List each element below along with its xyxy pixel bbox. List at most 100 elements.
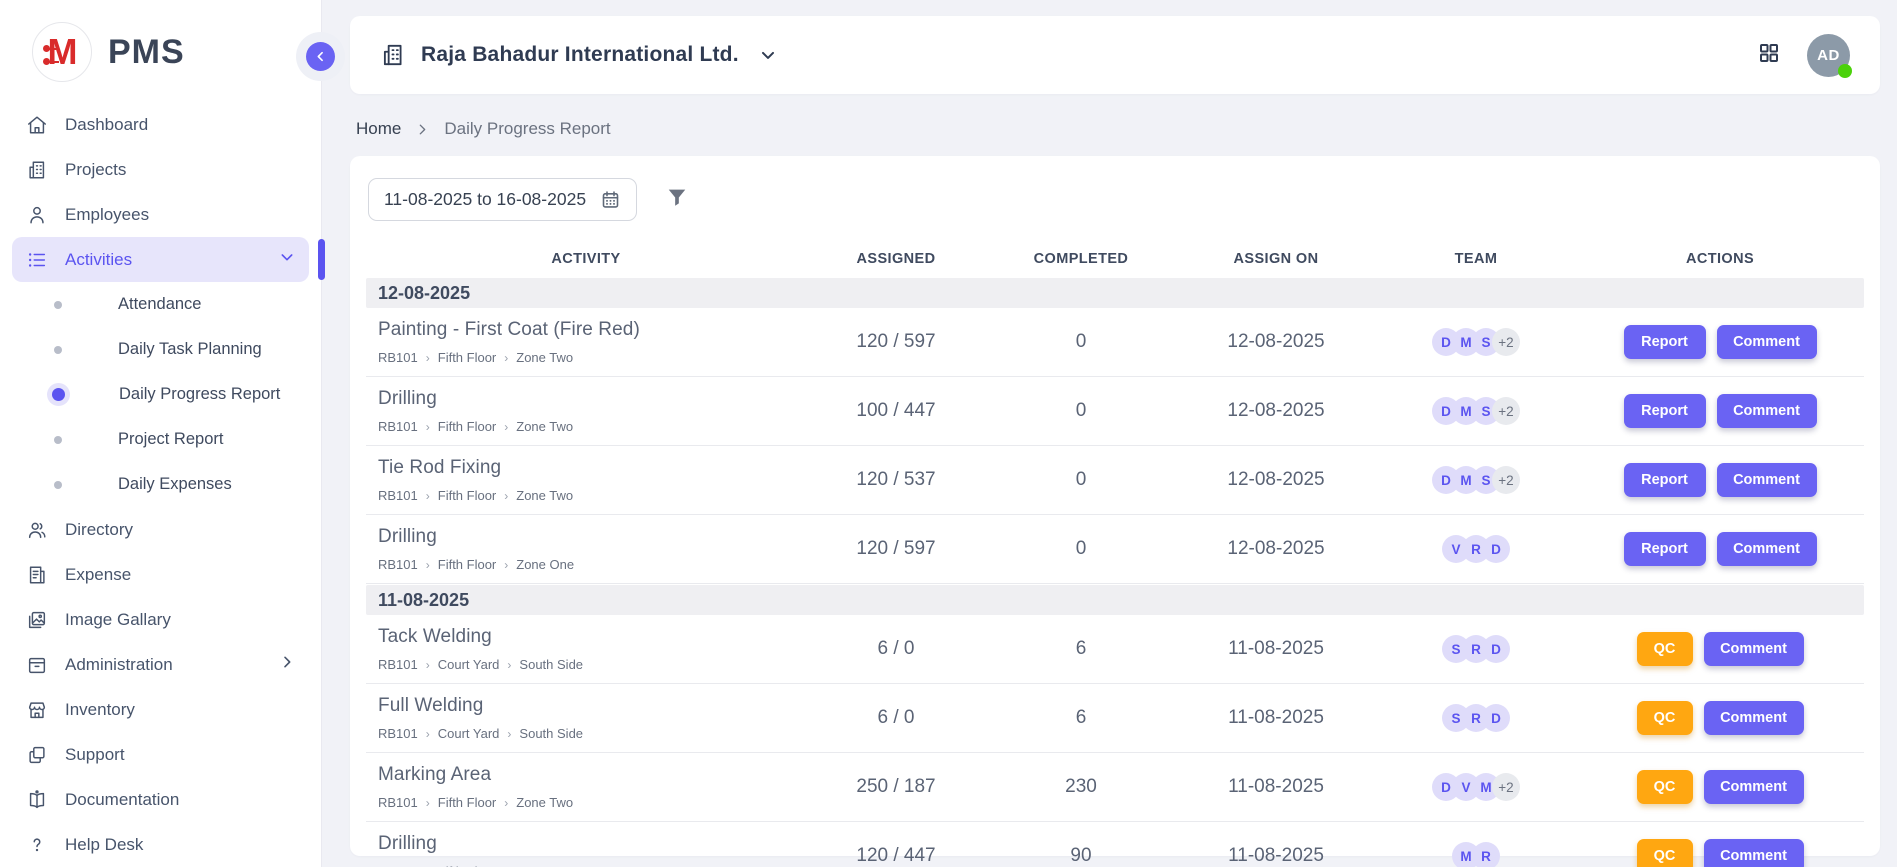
filter-funnel-icon[interactable] xyxy=(665,186,689,213)
sidebar-item-projects[interactable]: Projects xyxy=(12,147,309,192)
activity-title: Tie Rod Fixing xyxy=(378,457,806,479)
date-range-input[interactable]: 11-08-2025 to 16-08-2025 xyxy=(368,178,637,221)
sidebar-item-documentation[interactable]: Documentation xyxy=(12,777,309,822)
avatar-initials: AD xyxy=(1817,47,1840,64)
sidebar-item-expense[interactable]: Expense xyxy=(12,552,309,597)
activity-title: Drilling xyxy=(378,833,806,855)
activity-path: RB101 Court Yard South Side xyxy=(378,726,806,741)
sidebar-item-label: Employees xyxy=(65,205,149,225)
sidebar-subitem-project-report[interactable]: Project Report xyxy=(12,417,309,462)
comment-button[interactable]: Comment xyxy=(1704,839,1804,867)
path-segment: RB101 xyxy=(378,488,438,503)
team-avatars[interactable]: S R D xyxy=(1376,704,1576,732)
report-button[interactable]: Report xyxy=(1624,325,1706,359)
activity-path: RB101 Fifth Floor Zone Two xyxy=(378,795,806,810)
activity-title: Tack Welding xyxy=(378,626,806,648)
table-row: Marking Area RB101 Fifth Floor Zone Two … xyxy=(366,753,1864,822)
team-avatars[interactable]: D M S +2 xyxy=(1376,328,1576,356)
comment-button[interactable]: Comment xyxy=(1704,701,1804,735)
actions-cell: Report Comment xyxy=(1576,394,1864,428)
sidebar-item-dashboard[interactable]: Dashboard xyxy=(12,102,309,147)
sidebar-item-employees[interactable]: Employees xyxy=(12,192,309,237)
bullet-dot-icon xyxy=(54,436,62,444)
sidebar-item-administration[interactable]: Administration xyxy=(12,642,309,687)
activity-cell: Drilling RB101 Fifth Floor Zone Two xyxy=(366,388,806,434)
activity-cell: Painting - First Coat (Fire Red) RB101 F… xyxy=(366,319,806,365)
qc-button[interactable]: QC xyxy=(1637,701,1693,735)
col-header-activity: ACTIVITY xyxy=(366,251,806,267)
team-avatars[interactable]: D M S +2 xyxy=(1376,397,1576,425)
team-avatars[interactable]: S R D xyxy=(1376,635,1576,663)
qc-button[interactable]: QC xyxy=(1637,632,1693,666)
team-avatars[interactable]: D M S +2 xyxy=(1376,466,1576,494)
team-avatars[interactable]: M R xyxy=(1376,842,1576,867)
comment-button[interactable]: Comment xyxy=(1704,632,1804,666)
sidebar-item-label: Image Gallary xyxy=(65,610,171,630)
bullet-dot-icon xyxy=(54,301,62,309)
path-segment: RB101 xyxy=(378,419,438,434)
apps-grid-icon[interactable] xyxy=(1757,41,1781,70)
sidebar-item-inventory[interactable]: Inventory xyxy=(12,687,309,732)
breadcrumb-home-link[interactable]: Home xyxy=(356,119,401,139)
path-segment: RB101 xyxy=(378,795,438,810)
sidebar-subitem-attendance[interactable]: Attendance xyxy=(12,282,309,327)
main-area: Raja Bahadur International Ltd. AD Home … xyxy=(322,0,1897,856)
assign-on-value: 11-08-2025 xyxy=(1176,707,1376,729)
actions-cell: QC Comment xyxy=(1576,701,1864,735)
sidebar-item-label: Inventory xyxy=(65,700,135,720)
company-selector[interactable]: Raja Bahadur International Ltd. xyxy=(380,42,778,68)
sidebar-item-image-gallery[interactable]: Image Gallary xyxy=(12,597,309,642)
app-title: PMS xyxy=(108,33,185,72)
table-row: Tie Rod Fixing RB101 Fifth Floor Zone Tw… xyxy=(366,446,1864,515)
sidebar-item-support[interactable]: Support xyxy=(12,732,309,777)
qc-button[interactable]: QC xyxy=(1637,770,1693,804)
table-row: Tack Welding RB101 Court Yard South Side… xyxy=(366,615,1864,684)
team-avatars[interactable]: V R D xyxy=(1376,535,1576,563)
comment-button[interactable]: Comment xyxy=(1717,325,1817,359)
qc-button[interactable]: QC xyxy=(1637,839,1693,867)
sidebar-item-activities[interactable]: Activities xyxy=(12,237,309,282)
sidebar-item-label: Help Desk xyxy=(65,835,143,855)
comment-button[interactable]: Comment xyxy=(1717,394,1817,428)
comment-button[interactable]: Comment xyxy=(1717,463,1817,497)
team-avatars[interactable]: D V M +2 xyxy=(1376,773,1576,801)
sidebar-subitem-daily-progress-report[interactable]: Daily Progress Report xyxy=(12,372,309,417)
copy-icon xyxy=(26,744,48,766)
comment-button[interactable]: Comment xyxy=(1704,770,1804,804)
assigned-value: 120 / 597 xyxy=(806,331,986,353)
sidebar-subitem-daily-task-planning[interactable]: Daily Task Planning xyxy=(12,327,309,372)
col-header-assign-on: ASSIGN ON xyxy=(1176,251,1376,267)
sidebar-collapse-button[interactable] xyxy=(306,42,335,71)
sidebar-item-help-desk[interactable]: Help Desk xyxy=(12,822,309,867)
activity-cell: Full Welding RB101 Court Yard South Side xyxy=(366,695,806,741)
user-avatar[interactable]: AD xyxy=(1807,34,1850,77)
assign-on-value: 11-08-2025 xyxy=(1176,845,1376,867)
report-button[interactable]: Report xyxy=(1624,532,1706,566)
report-button[interactable]: Report xyxy=(1624,394,1706,428)
table-row: Full Welding RB101 Court Yard South Side… xyxy=(366,684,1864,753)
table-row: Drilling RB101 Fifth Floor Zone Two 100 … xyxy=(366,377,1864,446)
image-icon xyxy=(26,609,48,631)
date-group-header: 11-08-2025 xyxy=(366,585,1864,615)
assigned-value: 120 / 597 xyxy=(806,538,986,560)
sidebar-item-directory[interactable]: Directory xyxy=(12,507,309,552)
assign-on-value: 12-08-2025 xyxy=(1176,538,1376,560)
sidebar-item-label: Administration xyxy=(65,655,173,675)
date-group-header: 12-08-2025 xyxy=(366,278,1864,308)
person-icon xyxy=(26,204,48,226)
activity-cell: Drilling RB101 Fifth Floor Zone Two xyxy=(366,833,806,867)
table-header-row: ACTIVITY ASSIGNED COMPLETED ASSIGN ON TE… xyxy=(366,241,1864,277)
sidebar-subitem-daily-expenses[interactable]: Daily Expenses xyxy=(12,462,309,507)
sidebar-item-label: Activities xyxy=(65,250,132,270)
subitem-label: Project Report xyxy=(118,430,223,449)
store-icon xyxy=(26,699,48,721)
assign-on-value: 11-08-2025 xyxy=(1176,776,1376,798)
sidebar-item-label: Dashboard xyxy=(65,115,148,135)
assign-on-value: 11-08-2025 xyxy=(1176,638,1376,660)
path-segment: Zone Two xyxy=(516,350,573,365)
comment-button[interactable]: Comment xyxy=(1717,532,1817,566)
company-name: Raja Bahadur International Ltd. xyxy=(421,43,739,67)
team-more-badge: +2 xyxy=(1492,466,1520,494)
report-button[interactable]: Report xyxy=(1624,463,1706,497)
filter-row: 11-08-2025 to 16-08-2025 xyxy=(368,178,1864,221)
